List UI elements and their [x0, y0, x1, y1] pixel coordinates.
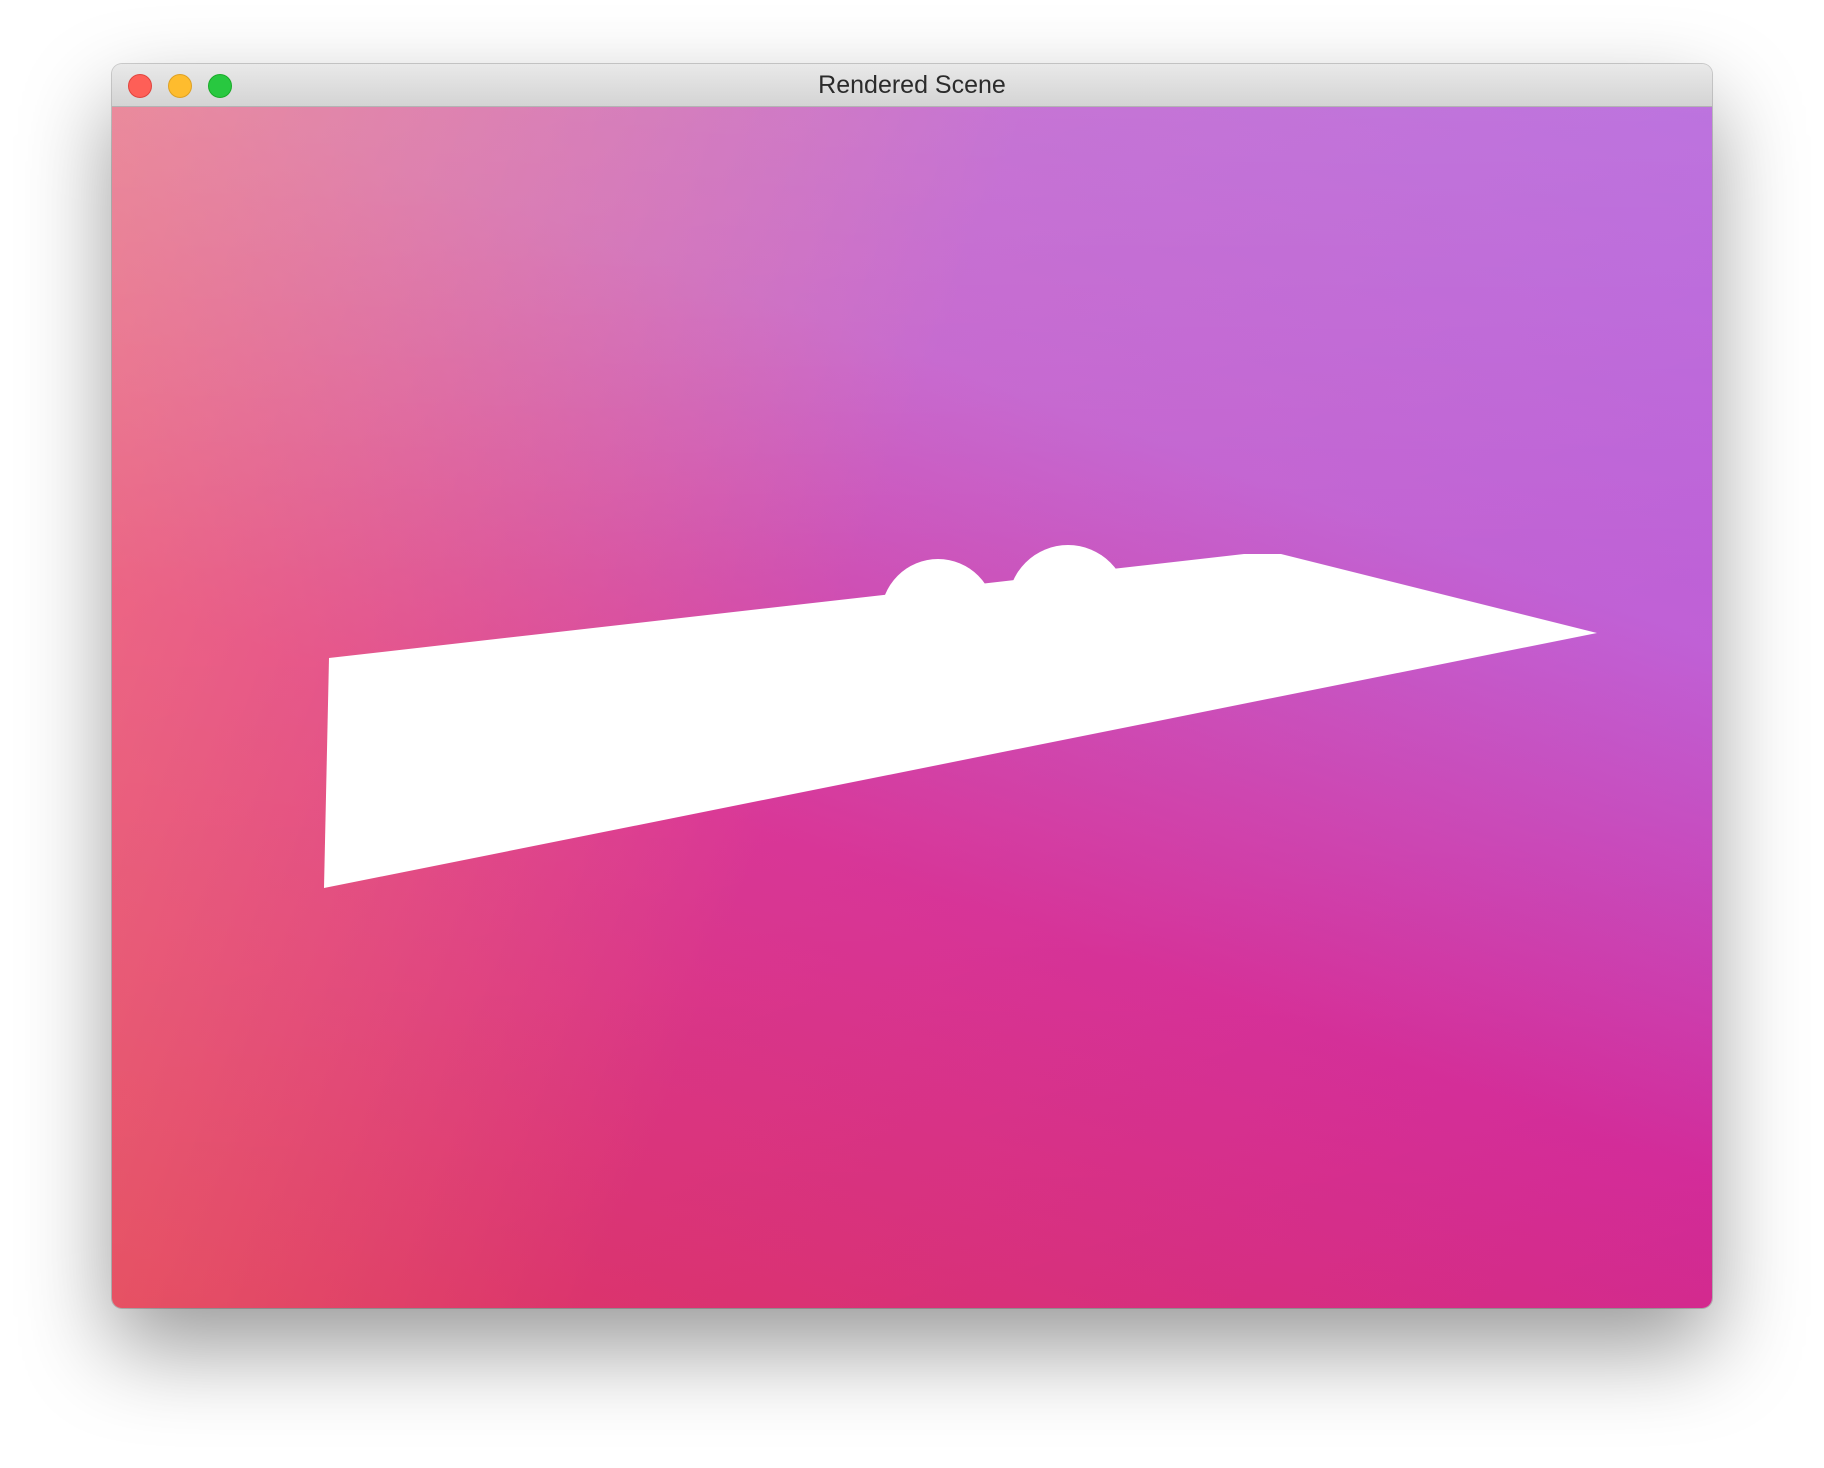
- window-title: Rendered Scene: [818, 71, 1006, 99]
- app-window: Rendered Scene: [112, 64, 1712, 1308]
- scene-geometry: [324, 545, 1597, 888]
- white-sphere-right: [1008, 545, 1128, 665]
- white-sphere-left: [881, 559, 995, 673]
- title-bar[interactable]: Rendered Scene: [112, 64, 1712, 107]
- rendered-scene: [324, 545, 1597, 888]
- render-viewport[interactable]: [112, 107, 1712, 1308]
